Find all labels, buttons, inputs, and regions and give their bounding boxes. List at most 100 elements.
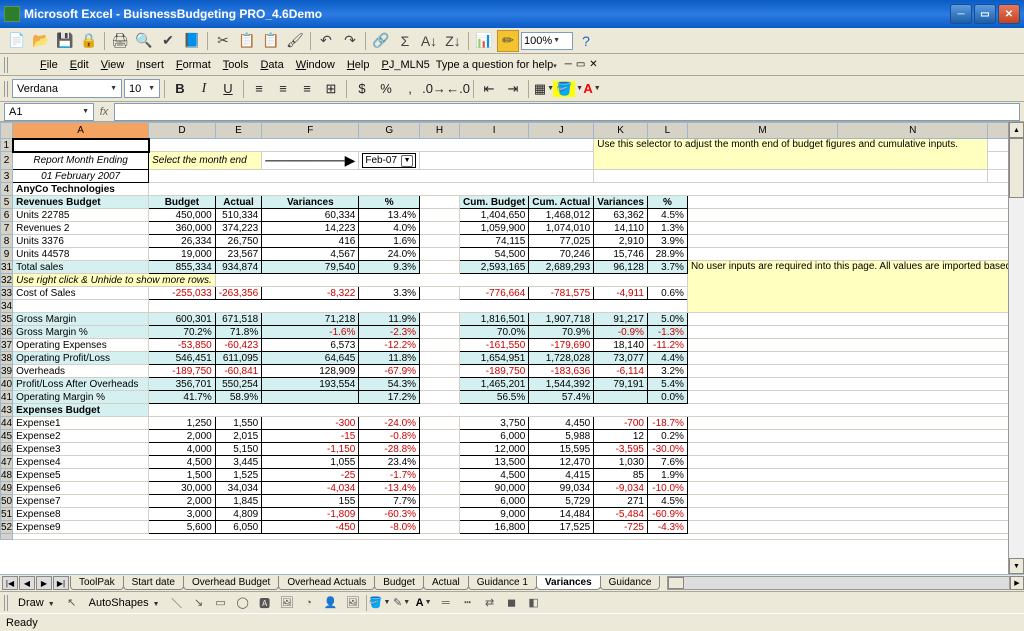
col-header-N[interactable]: N	[838, 123, 988, 139]
month-cell[interactable]: Feb-07▼	[359, 152, 420, 170]
row-header-35[interactable]: 35	[1, 313, 13, 326]
wordart-button[interactable]: 🖼	[278, 594, 296, 612]
row-header-45[interactable]: 45	[1, 430, 13, 443]
sheet-tab-overhead-actuals[interactable]: Overhead Actuals	[278, 576, 375, 590]
col-header-M[interactable]: M	[687, 123, 837, 139]
hscroll-thumb[interactable]	[668, 577, 684, 589]
tab-nav-0[interactable]: |◀	[2, 576, 18, 590]
permission-button[interactable]: 🔒	[78, 30, 100, 52]
col-header-A[interactable]: A	[13, 123, 149, 139]
spellcheck-button[interactable]: ✔	[157, 30, 179, 52]
col-header-H[interactable]: H	[420, 123, 460, 139]
scroll-thumb[interactable]	[1009, 138, 1024, 198]
row-header-38[interactable]: 38	[1, 352, 13, 365]
row-header-9[interactable]: 9	[1, 248, 13, 261]
sheet-tab-budget[interactable]: Budget	[374, 576, 424, 590]
line-style-button[interactable]: ═	[437, 594, 455, 612]
cut-button[interactable]: ✂	[212, 30, 234, 52]
textbox-button[interactable]: 🅰	[256, 594, 274, 612]
menu-edit[interactable]: Edit	[64, 57, 95, 73]
row-header-31[interactable]: 31	[1, 261, 13, 274]
menu-file[interactable]: File	[34, 57, 64, 73]
fill-color-button-draw[interactable]: 🪣▼	[371, 594, 389, 612]
sheet-tab-guidance[interactable]: Guidance	[600, 576, 661, 590]
open-button[interactable]: 📂	[30, 30, 52, 52]
doc-minimize[interactable]: ─	[565, 59, 572, 70]
close-button[interactable]: ✕	[998, 4, 1020, 24]
select-objects-button[interactable]: ↖	[63, 594, 81, 612]
decrease-indent-button[interactable]: ⇤	[478, 78, 500, 100]
col-header-K[interactable]: K	[594, 123, 648, 139]
dash-style-button[interactable]: ┅	[459, 594, 477, 612]
menu-window[interactable]: Window	[290, 57, 341, 73]
menu-insert[interactable]: Insert	[130, 57, 170, 73]
research-button[interactable]: 📘	[181, 30, 203, 52]
row-header-6[interactable]: 6	[1, 209, 13, 222]
row-header-37[interactable]: 37	[1, 339, 13, 352]
increase-indent-button[interactable]: ⇥	[502, 78, 524, 100]
line-button[interactable]: ＼	[168, 594, 186, 612]
autoshapes-menu[interactable]: AutoShapes ▼	[85, 597, 164, 609]
underline-button[interactable]: U	[217, 78, 239, 100]
comma-button[interactable]: ,	[399, 78, 421, 100]
draw-menu[interactable]: Draw ▼	[14, 597, 59, 609]
help-search-box[interactable]: Type a question for help▾	[436, 59, 557, 71]
doc-close[interactable]: ✕	[589, 59, 597, 70]
clipart-button[interactable]: 👤	[322, 594, 340, 612]
autosum-button[interactable]: Σ	[394, 30, 416, 52]
sheet-tab-variances[interactable]: Variances	[536, 576, 601, 590]
menu-tools[interactable]: Tools	[217, 57, 255, 73]
row-header-52[interactable]: 52	[1, 521, 13, 534]
month-selector[interactable]: Feb-07▼	[362, 153, 416, 168]
font-color-button-draw[interactable]: A▼	[415, 594, 433, 612]
sheet-tab-actual[interactable]: Actual	[423, 576, 469, 590]
save-button[interactable]: 💾	[54, 30, 76, 52]
arrow-style-button[interactable]: ⇄	[481, 594, 499, 612]
sort-desc-button[interactable]: Z↓	[442, 30, 464, 52]
col-header-E[interactable]: E	[215, 123, 261, 139]
sheet-tab-start-date[interactable]: Start date	[123, 576, 184, 590]
align-left-button[interactable]: ≡	[248, 78, 270, 100]
row-header-50[interactable]: 50	[1, 495, 13, 508]
bold-button[interactable]: B	[169, 78, 191, 100]
oval-button[interactable]: ◯	[234, 594, 252, 612]
minimize-button[interactable]: ─	[950, 4, 972, 24]
row-header-4[interactable]: 4	[1, 183, 13, 196]
horizontal-scrollbar[interactable]	[667, 576, 1010, 590]
zoom-combo[interactable]: 100%▼	[521, 32, 573, 50]
row-header-2[interactable]: 2	[1, 152, 13, 170]
fill-color-button[interactable]: 🪣▼	[557, 78, 579, 100]
percent-button[interactable]: %	[375, 78, 397, 100]
align-center-button[interactable]: ≡	[272, 78, 294, 100]
row-header-46[interactable]: 46	[1, 443, 13, 456]
vertical-scrollbar[interactable]: ▲ ▼	[1008, 122, 1024, 574]
row-header-7[interactable]: 7	[1, 222, 13, 235]
copy-button[interactable]: 📋	[236, 30, 258, 52]
row-header-51[interactable]: 51	[1, 508, 13, 521]
row-header-49[interactable]: 49	[1, 482, 13, 495]
hyperlink-button[interactable]: 🔗	[370, 30, 392, 52]
font-size-combo[interactable]: 10▼	[124, 79, 160, 98]
col-header-G[interactable]: G	[359, 123, 420, 139]
diagram-button[interactable]: ◔	[300, 594, 318, 612]
chart-button[interactable]: 📊	[473, 30, 495, 52]
italic-button[interactable]: I	[193, 78, 215, 100]
decrease-decimal-button[interactable]: ←.0	[447, 78, 469, 100]
line-color-button[interactable]: ✎▼	[393, 594, 411, 612]
row-header-43[interactable]: 43	[1, 404, 13, 417]
scroll-down-button[interactable]: ▼	[1009, 558, 1024, 574]
row-header-47[interactable]: 47	[1, 456, 13, 469]
currency-button[interactable]: $	[351, 78, 373, 100]
shadow-button[interactable]: ◼	[503, 594, 521, 612]
menu-data[interactable]: Data	[254, 57, 289, 73]
row-header-36[interactable]: 36	[1, 326, 13, 339]
row-header-33[interactable]: 33	[1, 287, 13, 300]
row-header-32[interactable]: 32	[1, 274, 13, 287]
formula-bar[interactable]	[114, 103, 1020, 121]
help-button[interactable]: ?	[575, 30, 597, 52]
format-painter-button[interactable]: 🖌	[284, 30, 306, 52]
paste-button[interactable]: 📋	[260, 30, 282, 52]
align-right-button[interactable]: ≡	[296, 78, 318, 100]
sheet-tab-toolpak[interactable]: ToolPak	[70, 576, 124, 590]
increase-decimal-button[interactable]: .0→	[423, 78, 445, 100]
